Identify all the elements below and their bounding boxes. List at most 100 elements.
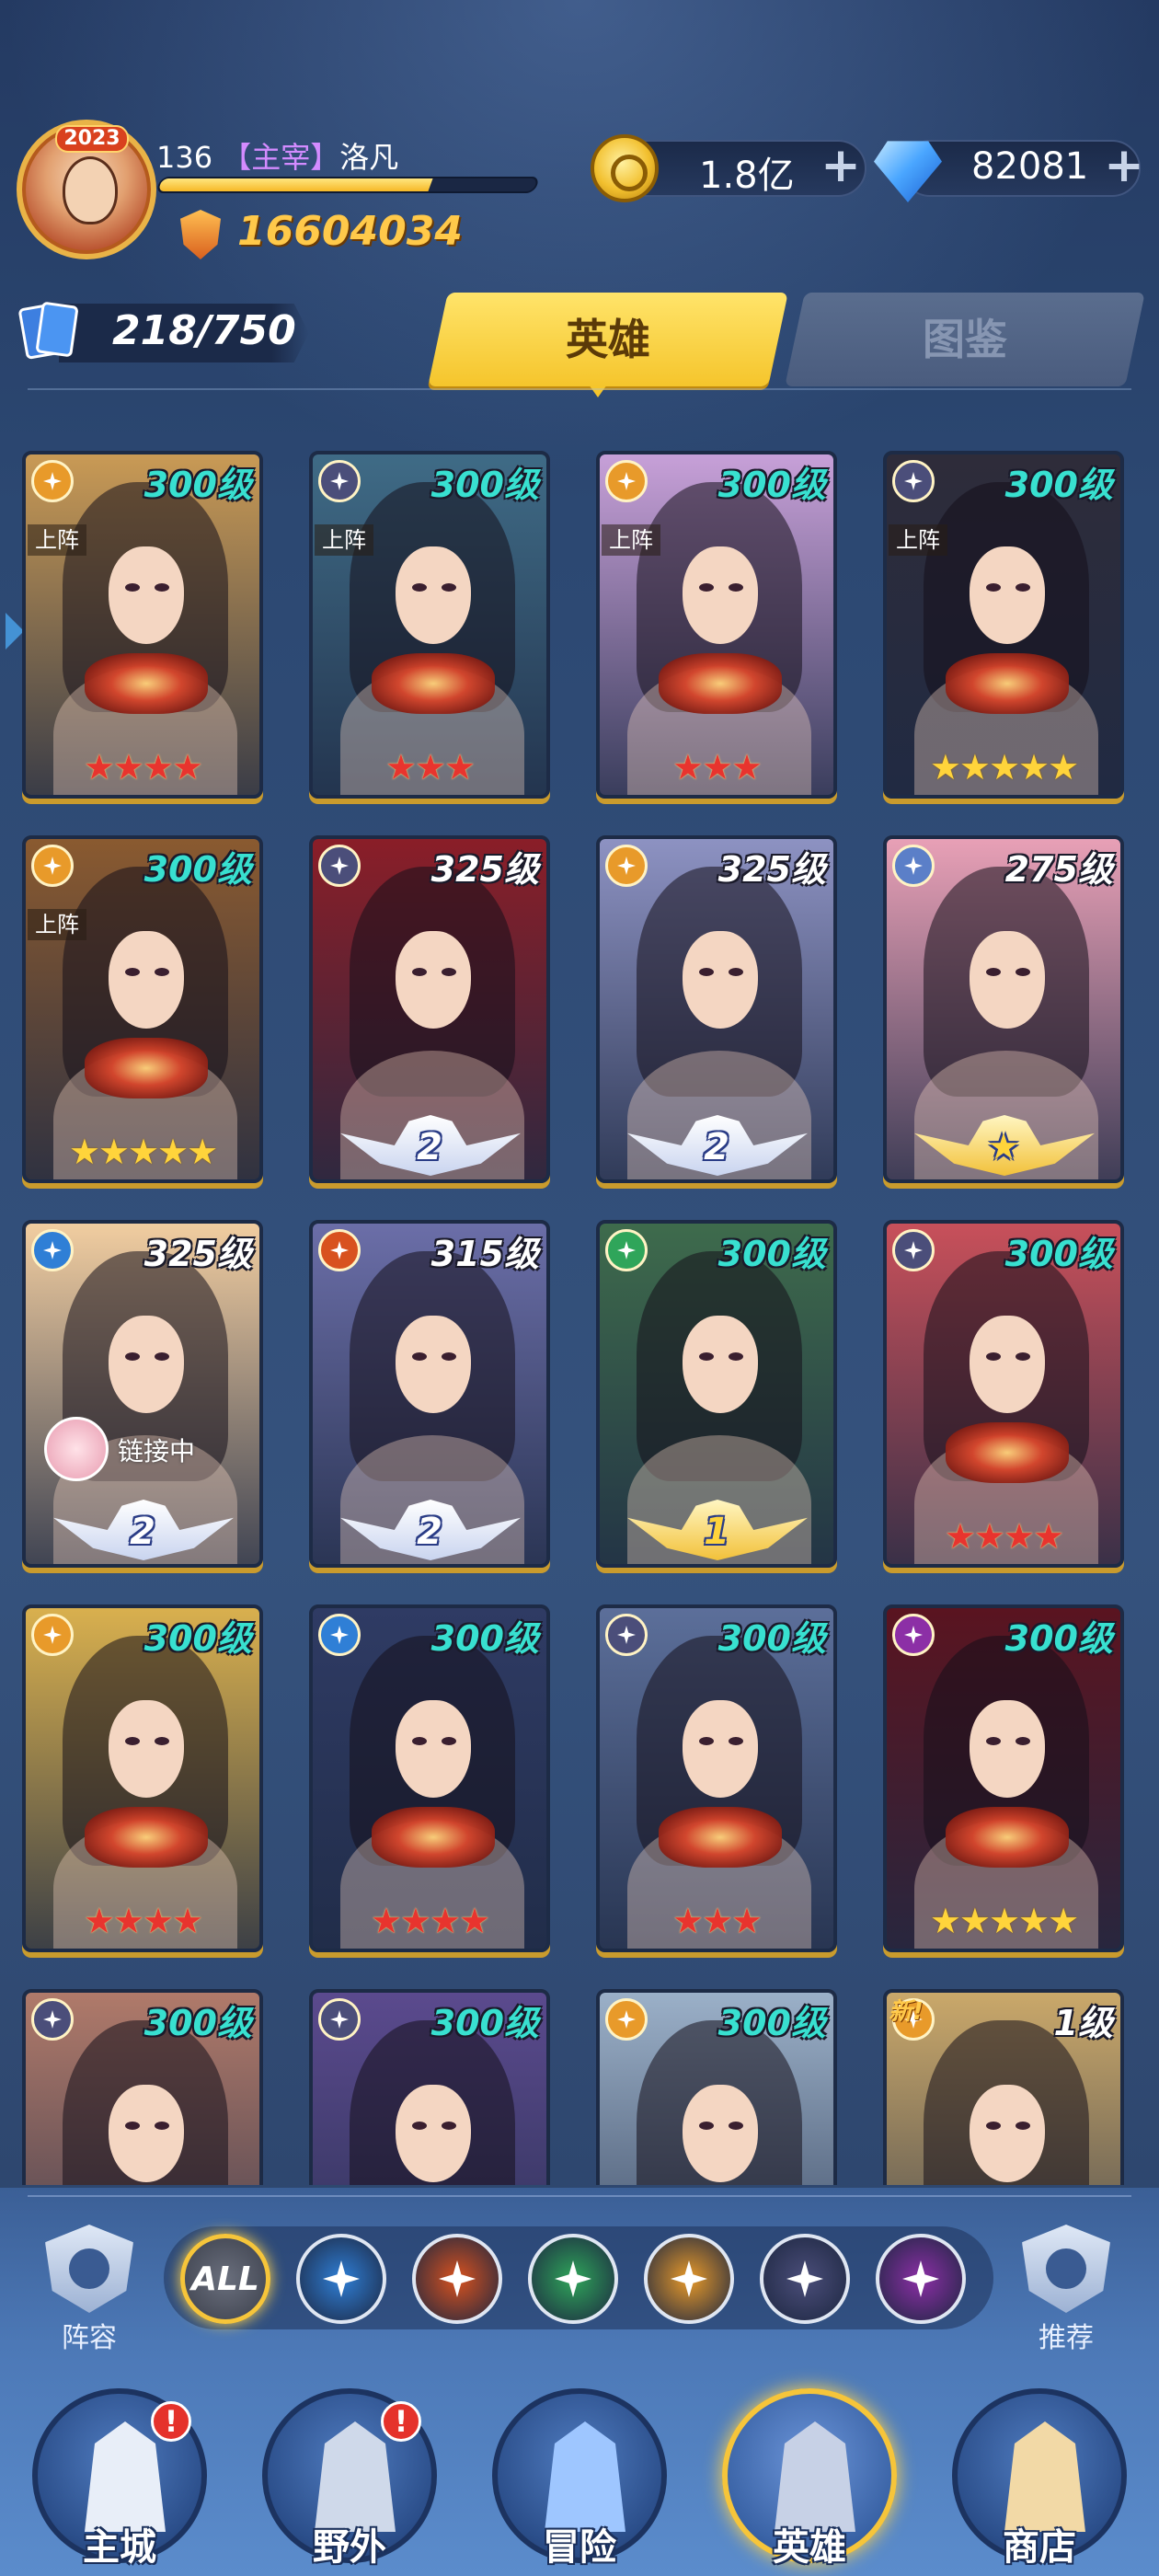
hero-level: 300级: [717, 465, 826, 505]
hero-card[interactable]: 300级 1: [596, 1220, 837, 1568]
formation-button[interactable]: 阵容: [39, 2225, 140, 2354]
hero-card[interactable]: 325级 2: [596, 835, 837, 1183]
add-diamond-button[interactable]: +: [1104, 142, 1144, 190]
hero-emblem: [85, 653, 208, 714]
filter-dark-button[interactable]: [876, 2234, 966, 2324]
star-rating: ★★★★: [83, 747, 203, 788]
void-element-icon: [318, 460, 361, 502]
avatar-year-badge: 2023: [55, 125, 129, 153]
hero-card[interactable]: 1级 新!: [883, 1989, 1124, 2185]
nav-castle[interactable]: ! 主城: [28, 2388, 212, 2576]
star-rating: ★★★★★: [929, 1901, 1079, 1941]
tab-codex[interactable]: 图鉴: [785, 293, 1145, 386]
hero-emblem: [372, 1807, 495, 1868]
tab-heroes-label: 英雄: [566, 315, 650, 364]
star-rating: ★★★: [384, 747, 476, 788]
card-count: 218/750: [112, 307, 296, 354]
hero-card[interactable]: 300级 ★★★★★: [883, 1604, 1124, 1952]
hero-card[interactable]: 300级 ★★★★: [883, 1220, 1124, 1568]
nav-label: 商店: [1003, 2526, 1076, 2569]
hero-card[interactable]: 315级 2: [309, 1220, 550, 1568]
hero-card[interactable]: 325级 2: [309, 835, 550, 1183]
tab-heroes[interactable]: 英雄: [428, 293, 788, 386]
hero-emblem: [946, 1807, 1069, 1868]
hero-card[interactable]: 300级: [309, 1989, 550, 2185]
filter-light-button[interactable]: [644, 2234, 734, 2324]
alert-badge: !: [151, 2401, 191, 2442]
alert-badge: !: [381, 2401, 421, 2442]
new-badge: 新!: [889, 1998, 924, 2026]
deployed-tag: 上阵: [889, 524, 947, 556]
hero-card[interactable]: 300级 ★★★★: [22, 1604, 263, 1952]
nav-sword[interactable]: 冒险: [488, 2388, 671, 2576]
recommend-button[interactable]: 推荐: [1016, 2225, 1117, 2354]
void-element-icon: [31, 1998, 74, 2041]
hero-level: 315级: [430, 1234, 539, 1274]
hero-level: 300级: [143, 1618, 252, 1659]
hero-card[interactable]: 300级上阵 ★★★: [309, 451, 550, 799]
hero-level: 300级: [430, 2003, 539, 2043]
hero-emblem: [946, 653, 1069, 714]
hero-card[interactable]: 300级 上阵 ★★★★★: [22, 835, 263, 1183]
hero-emblem: [946, 1422, 1069, 1483]
xp-bar: [155, 177, 541, 193]
add-gold-button[interactable]: +: [820, 142, 861, 190]
filter-wind-button[interactable]: [528, 2234, 618, 2324]
water-element-icon: [31, 1229, 74, 1271]
deployed-tag: 上阵: [315, 524, 373, 556]
hero-card[interactable]: 300级 上阵 ★★★★: [22, 451, 263, 799]
hero-grid: 300级 上阵 ★★★★ 300级 上阵 ★★★ 300级 上阵 ★★★ 300级 上阵 ★★★…: [22, 451, 1137, 2185]
hero-emblem: [85, 1038, 208, 1098]
hero-emblem: [659, 1807, 782, 1868]
hero-emblem: [659, 653, 782, 714]
hero-level: 300级: [143, 465, 252, 505]
filter-void-button[interactable]: [760, 2234, 850, 2324]
hero-card[interactable]: 275级 ★: [883, 835, 1124, 1183]
water-element-icon: [318, 1614, 361, 1656]
hero-level: 300级: [430, 1618, 539, 1659]
player-title: 【主宰】: [222, 140, 340, 175]
background-glow: [0, 0, 1159, 478]
hero-card[interactable]: 300级: [596, 1989, 837, 2185]
hero-card[interactable]: 300级 ★★★★: [309, 1604, 550, 1952]
hero-card[interactable]: 300级 上阵 ★★★★★: [883, 451, 1124, 799]
nav-portal[interactable]: ! 野外: [258, 2388, 442, 2576]
light-element-icon: [31, 845, 74, 887]
light-element-icon: [31, 460, 74, 502]
cards-icon: [17, 300, 79, 366]
hero-level: 1级: [1053, 2003, 1113, 2043]
player-name: 洛凡: [339, 140, 399, 175]
star-rating: ★★★★★: [929, 747, 1079, 788]
star-rating: ★★★★: [370, 1901, 490, 1941]
hero-card[interactable]: 300级 上阵 ★★★: [596, 451, 837, 799]
void-element-icon: [786, 2260, 823, 2297]
fire-element-icon: [318, 1229, 361, 1271]
player-avatar[interactable]: 2023: [17, 120, 156, 259]
filter-all-button[interactable]: ALL: [180, 2234, 270, 2324]
hero-card[interactable]: 300级 ★★★: [596, 1604, 837, 1952]
side-arrow-icon: [6, 613, 24, 650]
hero-level: 325级: [430, 849, 539, 890]
nav-label: 野外: [313, 2526, 386, 2569]
void-element-icon: [605, 1614, 648, 1656]
hero-level: 300级: [717, 1618, 826, 1659]
nav-label: 主城: [83, 2526, 156, 2569]
nav-shop[interactable]: 商店: [947, 2388, 1131, 2576]
hero-card[interactable]: 300级: [22, 1989, 263, 2185]
hero-level: 300级: [430, 465, 539, 505]
gold-coin-icon: [591, 134, 659, 202]
filter-all-label: ALL: [191, 2260, 259, 2298]
filter-water-button[interactable]: [296, 2234, 386, 2324]
player-info: 136 【主宰】洛凡: [156, 134, 398, 177]
filter-fire-button[interactable]: [412, 2234, 502, 2324]
sword-icon: [545, 2421, 625, 2532]
hero-level: 300级: [1004, 1618, 1113, 1659]
awaken-level: 2: [417, 1511, 442, 1553]
awaken-level: ★: [987, 1126, 1020, 1168]
light-element-icon: [605, 845, 648, 887]
combat-power: 16604034: [237, 208, 463, 255]
nav-knight-helmet[interactable]: 英雄: [717, 2388, 901, 2576]
filter-divider: [28, 2195, 1131, 2197]
hero-card[interactable]: 325级 链接中 2: [22, 1220, 263, 1568]
knight-helmet-icon: [775, 2421, 855, 2532]
